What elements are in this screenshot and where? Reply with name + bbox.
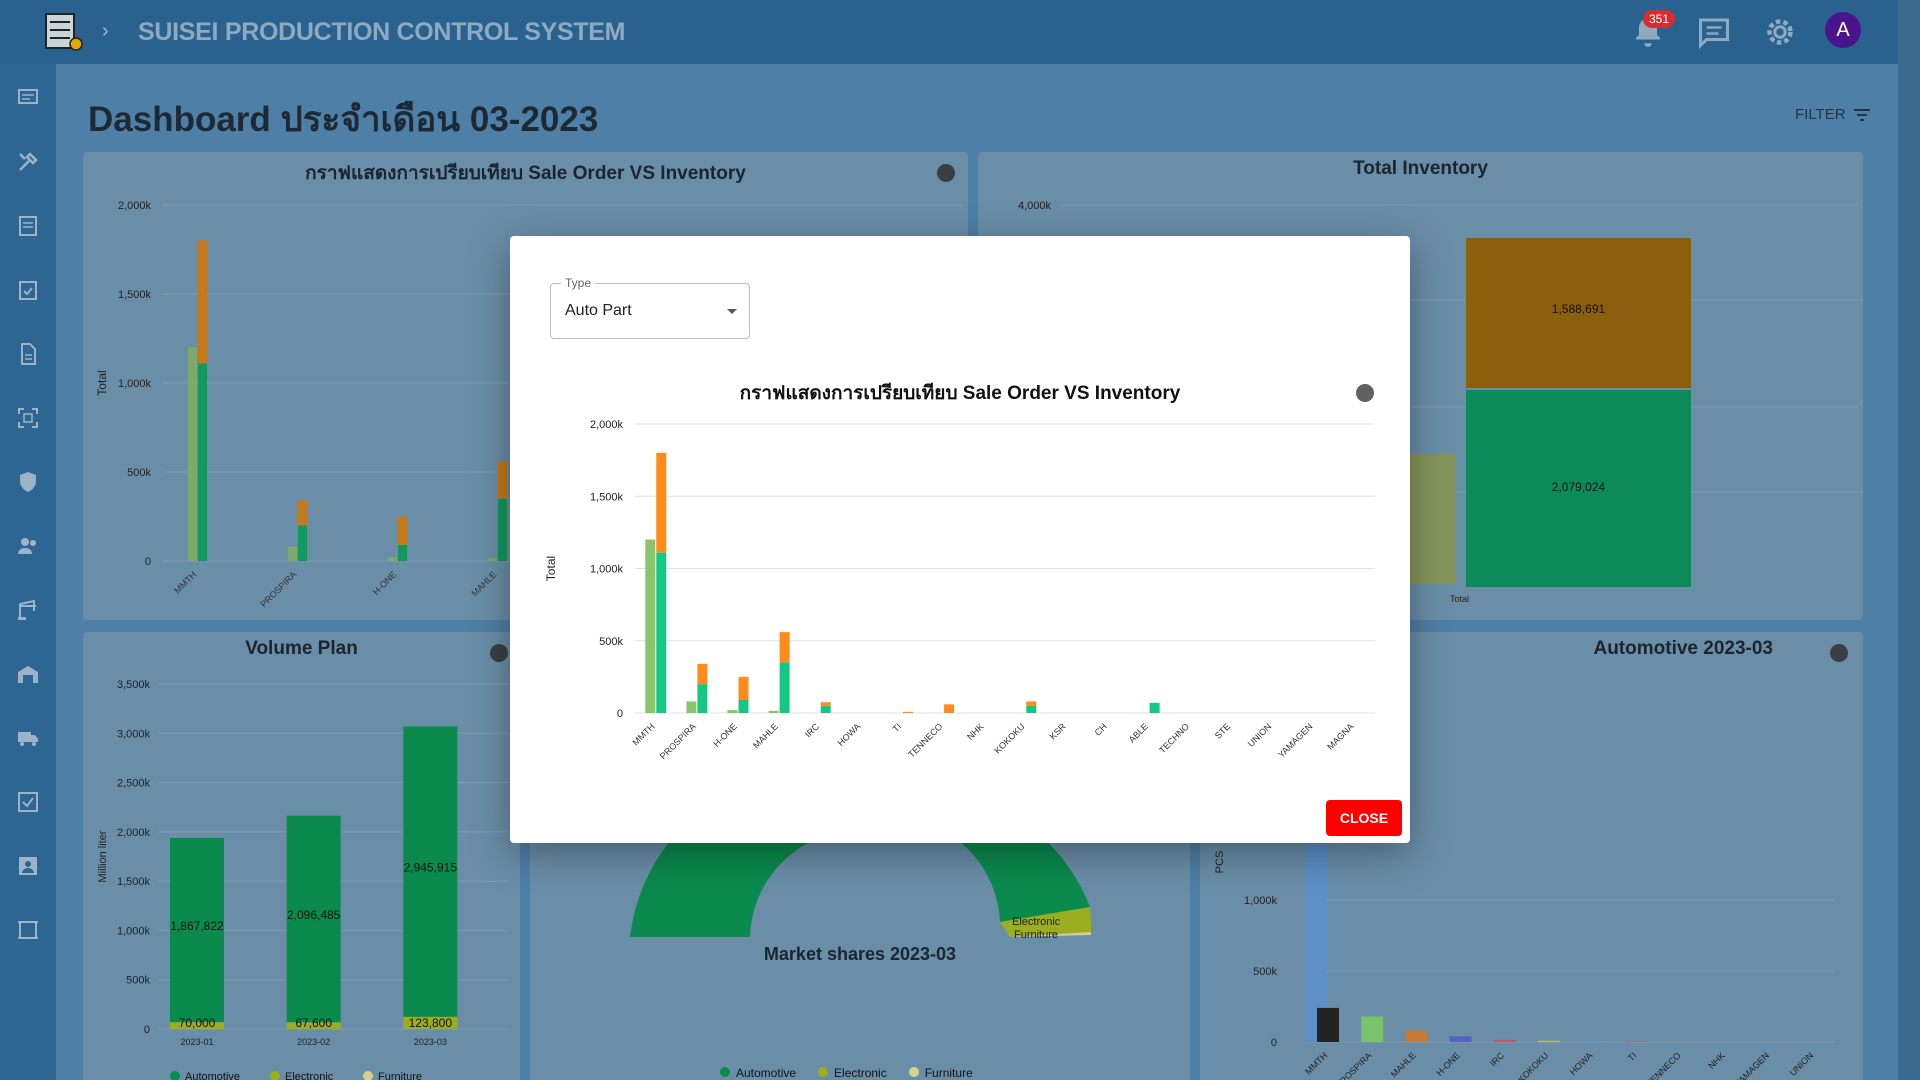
bar-stack-orange: [656, 452, 667, 553]
bar-stack-orange: [944, 704, 955, 713]
bar-stack-orange: [779, 632, 790, 663]
x-tick-label: ABLE: [1127, 721, 1150, 744]
x-tick-label: TECHNO: [1157, 721, 1191, 755]
bar-inventory: [1149, 702, 1160, 713]
x-tick-label: PROSPIRA: [658, 721, 698, 761]
bar-stack-orange: [738, 676, 749, 700]
y-axis-label: Total: [544, 556, 558, 581]
x-tick-label: IRC: [803, 721, 821, 739]
x-tick-label: NHK: [965, 721, 986, 742]
y-tick-label: 1,000k: [590, 564, 624, 576]
x-tick-label: H-ONE: [711, 721, 739, 749]
bar-sale-order: [686, 701, 697, 713]
y-tick-label: 0: [617, 708, 623, 720]
bar-sale-order: [727, 710, 738, 713]
y-tick-label: 2,000k: [590, 419, 624, 431]
close-button[interactable]: CLOSE: [1326, 800, 1402, 836]
bar-stack-orange: [820, 702, 831, 706]
bar-inventory: [779, 662, 790, 713]
x-tick-label: STE: [1213, 721, 1232, 740]
bar-inventory: [738, 699, 749, 713]
y-tick-label: 500k: [599, 636, 623, 648]
sale-order-vs-inventory-chart: 0 500k 1,000k 1,500k 2,000k Total MMTH PROSPIRA…: [544, 419, 1375, 761]
bar-inventory: [697, 684, 708, 713]
bar-stack-orange: [1026, 701, 1037, 706]
y-tick-label: 1,500k: [590, 491, 624, 503]
x-tick-label: MAHLE: [751, 721, 780, 750]
bar-inventory: [656, 552, 667, 713]
x-tick-label: MMTH: [631, 721, 657, 747]
x-tick-label: KSR: [1048, 721, 1069, 742]
x-tick-label: TI: [891, 721, 904, 734]
bar-stack-orange: [902, 711, 913, 713]
x-tick-label: HOWA: [836, 721, 863, 748]
x-tick-label: CH: [1093, 721, 1109, 737]
bar-inventory: [1026, 705, 1037, 713]
bar-stack-orange: [697, 663, 708, 685]
x-tick-label: YAMAGEN: [1276, 721, 1314, 759]
x-tick-label: KOKOKU: [992, 721, 1026, 755]
bar-sale-order: [768, 710, 779, 713]
x-tick-label: TENNECO: [906, 721, 944, 759]
bar-sale-order: [645, 539, 656, 713]
x-tick-label: UNION: [1246, 721, 1274, 749]
x-tick-label: MAGNA: [1325, 721, 1355, 751]
bar-inventory: [820, 705, 831, 713]
chart-dialog: Type Auto Part กราฟแสดงการเปรียบเทียบ Sa…: [510, 236, 1410, 843]
